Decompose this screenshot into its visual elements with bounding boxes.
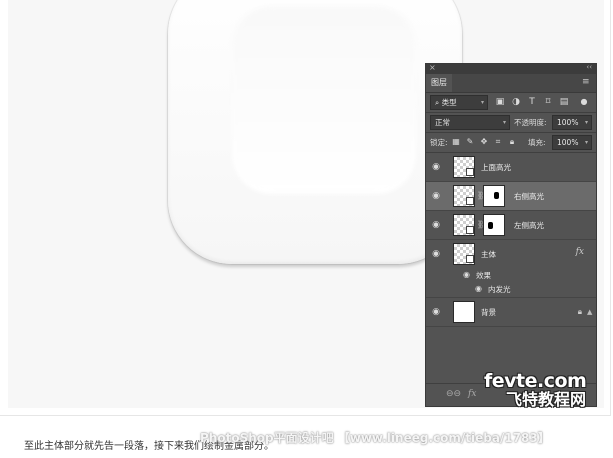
layer-thumbnail	[453, 301, 475, 323]
lock-transparent-icon[interactable]: ▦	[450, 136, 462, 148]
link-layers-icon[interactable]: ⊖⊖	[446, 389, 461, 399]
chevron-down-icon: ▾	[480, 99, 484, 106]
smart-object-badge-icon	[466, 226, 474, 234]
effects-eye-icon[interactable]: ◉	[463, 270, 470, 279]
lock-label: 锁定:	[430, 138, 448, 147]
forum-credit: PhotoShop平面设计吧 【www.lineeg.com/tieba/178…	[200, 431, 550, 445]
watermark-site-name: 飞特教程网	[506, 390, 587, 409]
visibility-eye-icon[interactable]: ◉	[431, 220, 441, 230]
content-frame: × ‹‹ 图层 ≡ ⌕ 类型 ▾ ▣ ◑ T ⌑ ▤ ● 正常 ▾ 不透明度: 10…	[0, 0, 611, 416]
inner-glow-row[interactable]: ◉ 内发光	[426, 282, 596, 298]
layer-effects-icon[interactable]: fx	[576, 247, 584, 257]
lock-all-icon[interactable]: 🔒︎	[506, 136, 518, 148]
inner-glow-eye-icon[interactable]: ◉	[475, 284, 482, 293]
site-watermark: fevte.com 飞特教程网	[484, 371, 610, 409]
fill-label: 填充:	[528, 138, 546, 147]
layer-name: 右侧高光	[514, 192, 544, 201]
layer-mask-thumbnail[interactable]	[483, 185, 505, 207]
effects-label: 效果	[476, 271, 491, 280]
search-icon: ⌕	[435, 98, 440, 107]
layer-name: 左侧高光	[514, 221, 544, 230]
chevron-down-icon: ▾	[584, 119, 588, 126]
visibility-eye-icon[interactable]: ◉	[431, 162, 441, 172]
layer-row-top-highlight[interactable]: ◉ 上面高光	[426, 153, 596, 182]
collapse-panel-icon[interactable]: ‹‹	[586, 63, 592, 71]
fill-value: 100%	[557, 138, 579, 147]
blend-row: 正常 ▾ 不透明度: 100% ▾	[426, 113, 596, 132]
blend-mode-select[interactable]: 正常 ▾	[430, 115, 510, 130]
shape-filter-icon[interactable]: ⌑	[542, 96, 554, 108]
opacity-input[interactable]: 100% ▾	[552, 115, 592, 130]
smart-object-badge-icon	[466, 168, 474, 176]
layer-list: ◉ 上面高光 ◉ ⛓︎ 右侧高光 ◉ ⛓︎ 左侧高光	[426, 153, 596, 327]
filter-row: ⌕ 类型 ▾ ▣ ◑ T ⌑ ▤ ●	[426, 93, 596, 112]
icon-inner-highlight	[232, 6, 416, 194]
layer-mask-thumbnail[interactable]	[483, 214, 505, 236]
chevron-down-icon: ▾	[584, 139, 588, 146]
layers-panel: × ‹‹ 图层 ≡ ⌕ 类型 ▾ ▣ ◑ T ⌑ ▤ ● 正常 ▾ 不透明度: 10…	[425, 63, 597, 407]
layer-row-left-highlight[interactable]: ◉ ⛓︎ 左侧高光	[426, 211, 596, 240]
lock-row: 锁定: ▦ ✎ ✥ ⌗ 🔒︎ 填充: 100% ▾	[426, 133, 596, 152]
opacity-value: 100%	[557, 118, 579, 127]
layer-name: 上面高光	[481, 163, 511, 172]
rounded-icon-artwork	[168, 0, 462, 264]
blend-mode-value: 正常	[435, 118, 450, 127]
fill-input[interactable]: 100% ▾	[552, 135, 592, 150]
opacity-label: 不透明度:	[514, 118, 547, 127]
mask-shape	[494, 192, 499, 199]
adjustment-filter-icon[interactable]: ◑	[510, 96, 522, 108]
smart-object-badge-icon	[466, 197, 474, 205]
filter-kind-value: 类型	[441, 98, 457, 107]
type-filter-icon[interactable]: T	[526, 96, 538, 108]
tab-layers[interactable]: 图层	[426, 74, 452, 92]
inner-glow-label: 内发光	[488, 285, 511, 294]
lock-artboard-icon[interactable]: ⌗	[492, 136, 504, 148]
layer-name: 主体	[481, 250, 496, 259]
close-panel-icon[interactable]: ×	[429, 63, 436, 72]
effects-row[interactable]: ◉ 效果	[426, 268, 596, 282]
panel-menu-icon[interactable]: ≡	[582, 77, 592, 87]
panel-tab-bar: 图层 ≡	[426, 74, 596, 93]
layer-name: 背景	[481, 308, 496, 317]
filter-toggle-icon[interactable]: ●	[578, 96, 590, 108]
filter-kind-select[interactable]: ⌕ 类型 ▾	[430, 95, 488, 110]
smart-object-badge-icon	[466, 255, 474, 263]
layer-row-background[interactable]: ◉ 背景 🔒︎	[426, 298, 596, 327]
scroll-up-icon[interactable]: ▲	[587, 308, 595, 320]
visibility-eye-icon[interactable]: ◉	[431, 191, 441, 201]
layer-row-body[interactable]: ◉ 主体 fx	[426, 240, 596, 268]
layer-lock-icon: 🔒︎	[577, 307, 582, 316]
lock-pixels-icon[interactable]: ✎	[464, 136, 476, 148]
layer-row-right-highlight[interactable]: ◉ ⛓︎ 右侧高光	[426, 182, 596, 211]
lock-position-icon[interactable]: ✥	[478, 136, 490, 148]
pixel-filter-icon[interactable]: ▣	[494, 96, 506, 108]
watermark-domain: fevte.com	[484, 370, 587, 392]
chevron-down-icon: ▾	[502, 119, 506, 126]
visibility-eye-icon[interactable]: ◉	[431, 307, 441, 317]
mask-shape	[488, 222, 493, 229]
smart-object-filter-icon[interactable]: ▤	[558, 96, 570, 108]
panel-title-strip: × ‹‹	[426, 63, 596, 74]
add-style-icon[interactable]: fx	[468, 389, 476, 399]
visibility-eye-icon[interactable]: ◉	[431, 249, 441, 259]
